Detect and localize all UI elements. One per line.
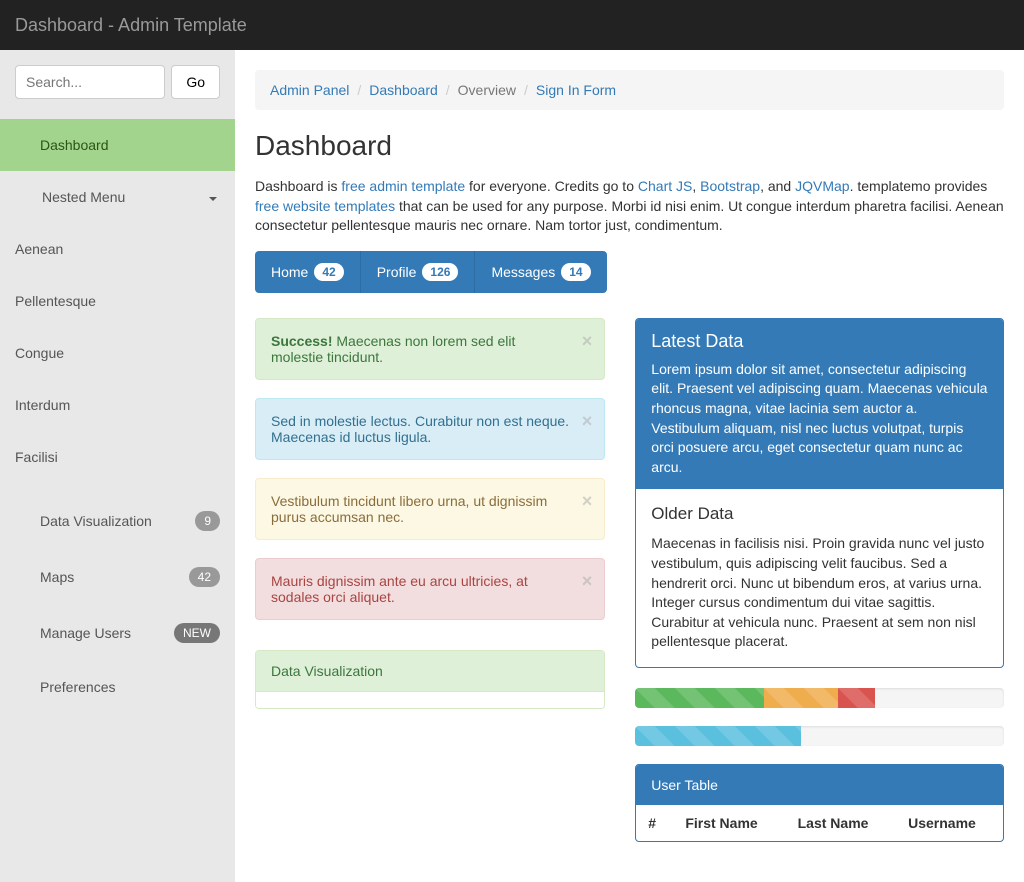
navbar: Dashboard - Admin Template — [0, 0, 1024, 50]
breadcrumb-link[interactable]: Dashboard — [369, 82, 438, 98]
link-bootstrap[interactable]: Bootstrap — [700, 178, 760, 194]
user-table: # First Name Last Name Username — [636, 805, 1003, 841]
panel-older-data: Older Data Maecenas in facilisis nisi. P… — [636, 489, 1003, 667]
tab-messages[interactable]: Messages 14 — [475, 251, 606, 293]
progress-segment-green — [635, 688, 764, 708]
tab-profile[interactable]: Profile 126 — [361, 251, 476, 293]
sidebar-sub-item[interactable]: Aenean — [0, 223, 235, 275]
search-input[interactable] — [15, 65, 165, 99]
link-free-templates[interactable]: free website templates — [255, 198, 395, 214]
progress-segment-orange — [764, 688, 838, 708]
older-data-title: Older Data — [651, 504, 988, 524]
main-content: Admin Panel Dashboard Overview Sign In F… — [235, 50, 1024, 882]
table-header: First Name — [673, 805, 785, 841]
sidebar: Go Dashboard Nested Menu Aenean Pellente… — [0, 50, 235, 882]
alert-warning: × Vestibulum tincidunt libero urna, ut d… — [255, 478, 605, 540]
breadcrumb-current: Overview — [458, 82, 516, 98]
close-icon[interactable]: × — [582, 331, 593, 352]
sidebar-label: Dashboard — [40, 137, 109, 153]
search-button[interactable]: Go — [171, 65, 220, 99]
tabs: Home 42 Profile 126 Messages 14 — [255, 251, 1004, 293]
panel-title: User Table — [651, 777, 718, 793]
table-header: Last Name — [786, 805, 896, 841]
sidebar-item-manage-users[interactable]: Manage Users NEW — [0, 605, 235, 661]
search-form: Go — [0, 50, 235, 119]
older-data-body: Maecenas in facilisis nisi. Proin gravid… — [651, 534, 988, 652]
sidebar-item-maps[interactable]: Maps 42 — [0, 549, 235, 605]
sidebar-sub-item[interactable]: Pellentesque — [0, 275, 235, 327]
close-icon[interactable]: × — [582, 571, 593, 592]
badge: 9 — [195, 511, 220, 531]
alert-text: Vestibulum tincidunt libero urna, ut dig… — [271, 493, 547, 525]
navbar-brand[interactable]: Dashboard - Admin Template — [15, 15, 247, 36]
panel-latest-data: Latest Data Lorem ipsum dolor sit amet, … — [635, 318, 1004, 668]
sidebar-item-dashboard[interactable]: Dashboard — [0, 119, 235, 171]
panel-dataviz: Data Visualization — [255, 650, 605, 709]
sidebar-item-nested-menu[interactable]: Nested Menu — [0, 171, 235, 223]
tab-label: Home — [271, 264, 308, 280]
sidebar-label: Nested Menu — [42, 189, 125, 205]
progress-segment-red — [838, 688, 875, 708]
badge-new: NEW — [174, 623, 220, 643]
alert-danger: × Mauris dignissim ante eu arcu ultricie… — [255, 558, 605, 620]
alert-info: × Sed in molestie lectus. Curabitur non … — [255, 398, 605, 460]
progress-bar-multi — [635, 688, 1004, 708]
sidebar-label: Preferences — [40, 679, 115, 695]
panel-heading: Data Visualization — [256, 651, 604, 692]
link-admin-template[interactable]: free admin template — [341, 178, 465, 194]
chevron-down-icon — [209, 197, 217, 201]
sidebar-sub-item[interactable]: Facilisi — [0, 431, 235, 483]
alert-text: Mauris dignissim ante eu arcu ultricies,… — [271, 573, 528, 605]
intro-text: Dashboard is free admin template for eve… — [255, 177, 1004, 236]
sidebar-item-preferences[interactable]: Preferences — [0, 661, 235, 713]
badge: 42 — [189, 567, 220, 587]
panel-title: Data Visualization — [271, 663, 383, 679]
tab-count: 42 — [314, 263, 343, 281]
table-header: # — [636, 805, 673, 841]
sidebar-item-dataviz[interactable]: Data Visualization 9 — [0, 493, 235, 549]
sidebar-label: Manage Users — [40, 625, 131, 641]
breadcrumb: Admin Panel Dashboard Overview Sign In F… — [255, 70, 1004, 110]
alert-strong: Success! — [271, 333, 332, 349]
page-title: Dashboard — [255, 130, 1004, 162]
tab-home[interactable]: Home 42 — [255, 251, 361, 293]
sidebar-label: Data Visualization — [40, 513, 152, 529]
breadcrumb-link[interactable]: Sign In Form — [536, 82, 616, 98]
close-icon[interactable]: × — [582, 411, 593, 432]
breadcrumb-link[interactable]: Admin Panel — [270, 82, 349, 98]
tab-count: 14 — [561, 263, 590, 281]
tab-label: Profile — [377, 264, 417, 280]
panel-title: Latest Data — [651, 331, 988, 352]
panel-body-empty — [256, 692, 604, 708]
close-icon[interactable]: × — [582, 491, 593, 512]
sidebar-sub-item[interactable]: Congue — [0, 327, 235, 379]
tab-label: Messages — [491, 264, 555, 280]
table-header: Username — [896, 805, 1003, 841]
panel-user-table: User Table # First Name Last Name Userna… — [635, 764, 1004, 842]
panel-heading: Latest Data Lorem ipsum dolor sit amet, … — [636, 319, 1003, 490]
link-chartjs[interactable]: Chart JS — [638, 178, 692, 194]
link-jqvmap[interactable]: JQVMap — [795, 178, 849, 194]
tab-count: 126 — [422, 263, 458, 281]
progress-segment-blue — [635, 726, 801, 746]
alert-text: Sed in molestie lectus. Curabitur non es… — [271, 413, 569, 445]
panel-heading: User Table — [636, 765, 1003, 805]
panel-subtitle-text: Lorem ipsum dolor sit amet, consectetur … — [651, 360, 988, 478]
progress-bar-single — [635, 726, 1004, 746]
alert-success: × Success! Maecenas non lorem sed elit m… — [255, 318, 605, 380]
sidebar-sub-item[interactable]: Interdum — [0, 379, 235, 431]
sidebar-label: Maps — [40, 569, 74, 585]
